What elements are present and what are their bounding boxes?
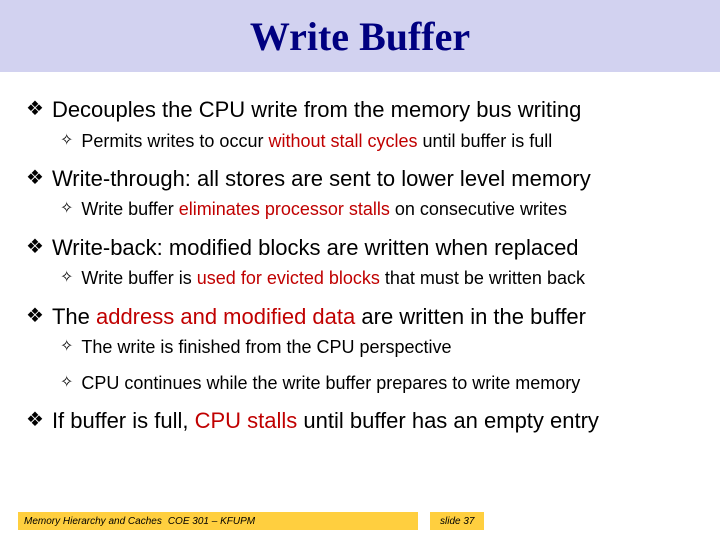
bullet-glyph: ❖	[26, 165, 44, 192]
title-band: Write Buffer	[0, 0, 720, 72]
bullet-glyph: ❖	[26, 407, 44, 434]
accent-text: CPU stalls	[195, 408, 298, 433]
bullet-level-1: ❖ If buffer is full, CPU stalls until buf…	[26, 407, 700, 435]
bullet-level-2: ✧ The write is finished from the CPU pers…	[60, 336, 700, 359]
bullet-text: Write-back: modified blocks are written …	[52, 234, 579, 262]
bullet-glyph: ✧	[60, 267, 73, 289]
bullet-level-1: ❖ The address and modified data are writt…	[26, 303, 700, 331]
bullet-glyph: ✧	[60, 130, 73, 152]
accent-text: eliminates processor stalls	[179, 199, 390, 219]
bullet-level-2: ✧ Permits writes to occur without stall c…	[60, 130, 700, 153]
bullet-text: CPU continues while the write buffer pre…	[81, 372, 580, 395]
footer-topic: Memory Hierarchy and Caches	[24, 516, 162, 527]
bullet-text: The address and modified data are writte…	[52, 303, 586, 331]
accent-text: address and modified data	[96, 304, 355, 329]
slide-title: Write Buffer	[250, 13, 470, 60]
bullet-glyph: ❖	[26, 303, 44, 330]
bullet-text: If buffer is full, CPU stalls until buff…	[52, 407, 599, 435]
bullet-glyph: ❖	[26, 96, 44, 123]
footer-bar: Memory Hierarchy and Caches COE 301 – KF…	[18, 512, 418, 530]
bullet-text: Write-through: all stores are sent to lo…	[52, 165, 591, 193]
bullet-level-1: ❖ Decouples the CPU write from the memory…	[26, 96, 700, 124]
bullet-glyph: ❖	[26, 234, 44, 261]
slide-number: slide 37	[430, 512, 484, 530]
bullet-level-2: ✧ CPU continues while the write buffer pr…	[60, 372, 700, 395]
bullet-level-2: ✧ Write buffer is used for evicted blocks…	[60, 267, 700, 290]
bullet-glyph: ✧	[60, 336, 73, 358]
bullet-text: Decouples the CPU write from the memory …	[52, 96, 581, 124]
bullet-text: Write buffer is used for evicted blocks …	[81, 267, 585, 290]
bullet-text: The write is finished from the CPU persp…	[81, 336, 451, 359]
footer-course: COE 301 – KFUPM	[168, 516, 255, 527]
bullet-glyph: ✧	[60, 198, 73, 220]
accent-text: without stall cycles	[268, 131, 417, 151]
accent-text: used for evicted blocks	[197, 268, 380, 288]
bullet-text: Write buffer eliminates processor stalls…	[81, 198, 567, 221]
slide-content: ❖ Decouples the CPU write from the memory…	[0, 72, 720, 434]
bullet-text: Permits writes to occur without stall cy…	[81, 130, 552, 153]
bullet-level-1: ❖ Write-through: all stores are sent to l…	[26, 165, 700, 193]
bullet-glyph: ✧	[60, 372, 73, 394]
bullet-level-1: ❖ Write-back: modified blocks are written…	[26, 234, 700, 262]
bullet-level-2: ✧ Write buffer eliminates processor stall…	[60, 198, 700, 221]
